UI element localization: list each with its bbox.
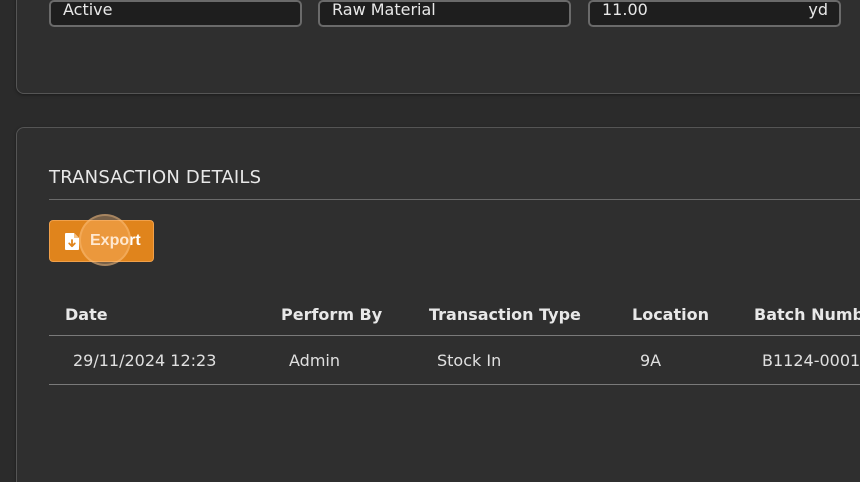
- status-value: Active: [63, 0, 113, 19]
- export-button[interactable]: Export: [49, 220, 154, 262]
- section-divider: [49, 199, 860, 200]
- column-header-batch-number[interactable]: Batch Number: [754, 305, 860, 324]
- cell-date: 29/11/2024 12:23: [73, 351, 217, 370]
- column-header-perform-by[interactable]: Perform By: [281, 305, 382, 324]
- quantity-field[interactable]: 11.00 yd: [588, 0, 841, 27]
- export-label: Export: [90, 232, 141, 249]
- file-download-icon: [65, 233, 79, 250]
- cell-perform-by: Admin: [289, 351, 340, 370]
- category-value: Raw Material: [332, 0, 436, 19]
- status-field[interactable]: Active: [49, 0, 302, 27]
- quantity-value: 11.00: [602, 0, 648, 19]
- column-header-date[interactable]: Date: [65, 305, 108, 324]
- table-header: Date Perform By Transaction Type Locatio…: [49, 292, 860, 336]
- quantity-unit: yd: [808, 0, 828, 19]
- table-row[interactable]: 29/11/2024 12:23 Admin Stock In 9A B1124…: [49, 336, 860, 385]
- column-header-transaction-type[interactable]: Transaction Type: [429, 305, 581, 324]
- category-field[interactable]: Raw Material: [318, 0, 571, 27]
- transactions-table: Date Perform By Transaction Type Locatio…: [49, 292, 860, 385]
- cell-location: 9A: [640, 351, 662, 370]
- column-header-location[interactable]: Location: [632, 305, 709, 324]
- section-title: TRANSACTION DETAILS: [49, 167, 262, 188]
- cell-batch-number: B1124-0001: [762, 351, 860, 370]
- page: Active Raw Material 11.00 yd TRANSACTION…: [0, 0, 860, 482]
- cell-transaction-type: Stock In: [437, 351, 502, 370]
